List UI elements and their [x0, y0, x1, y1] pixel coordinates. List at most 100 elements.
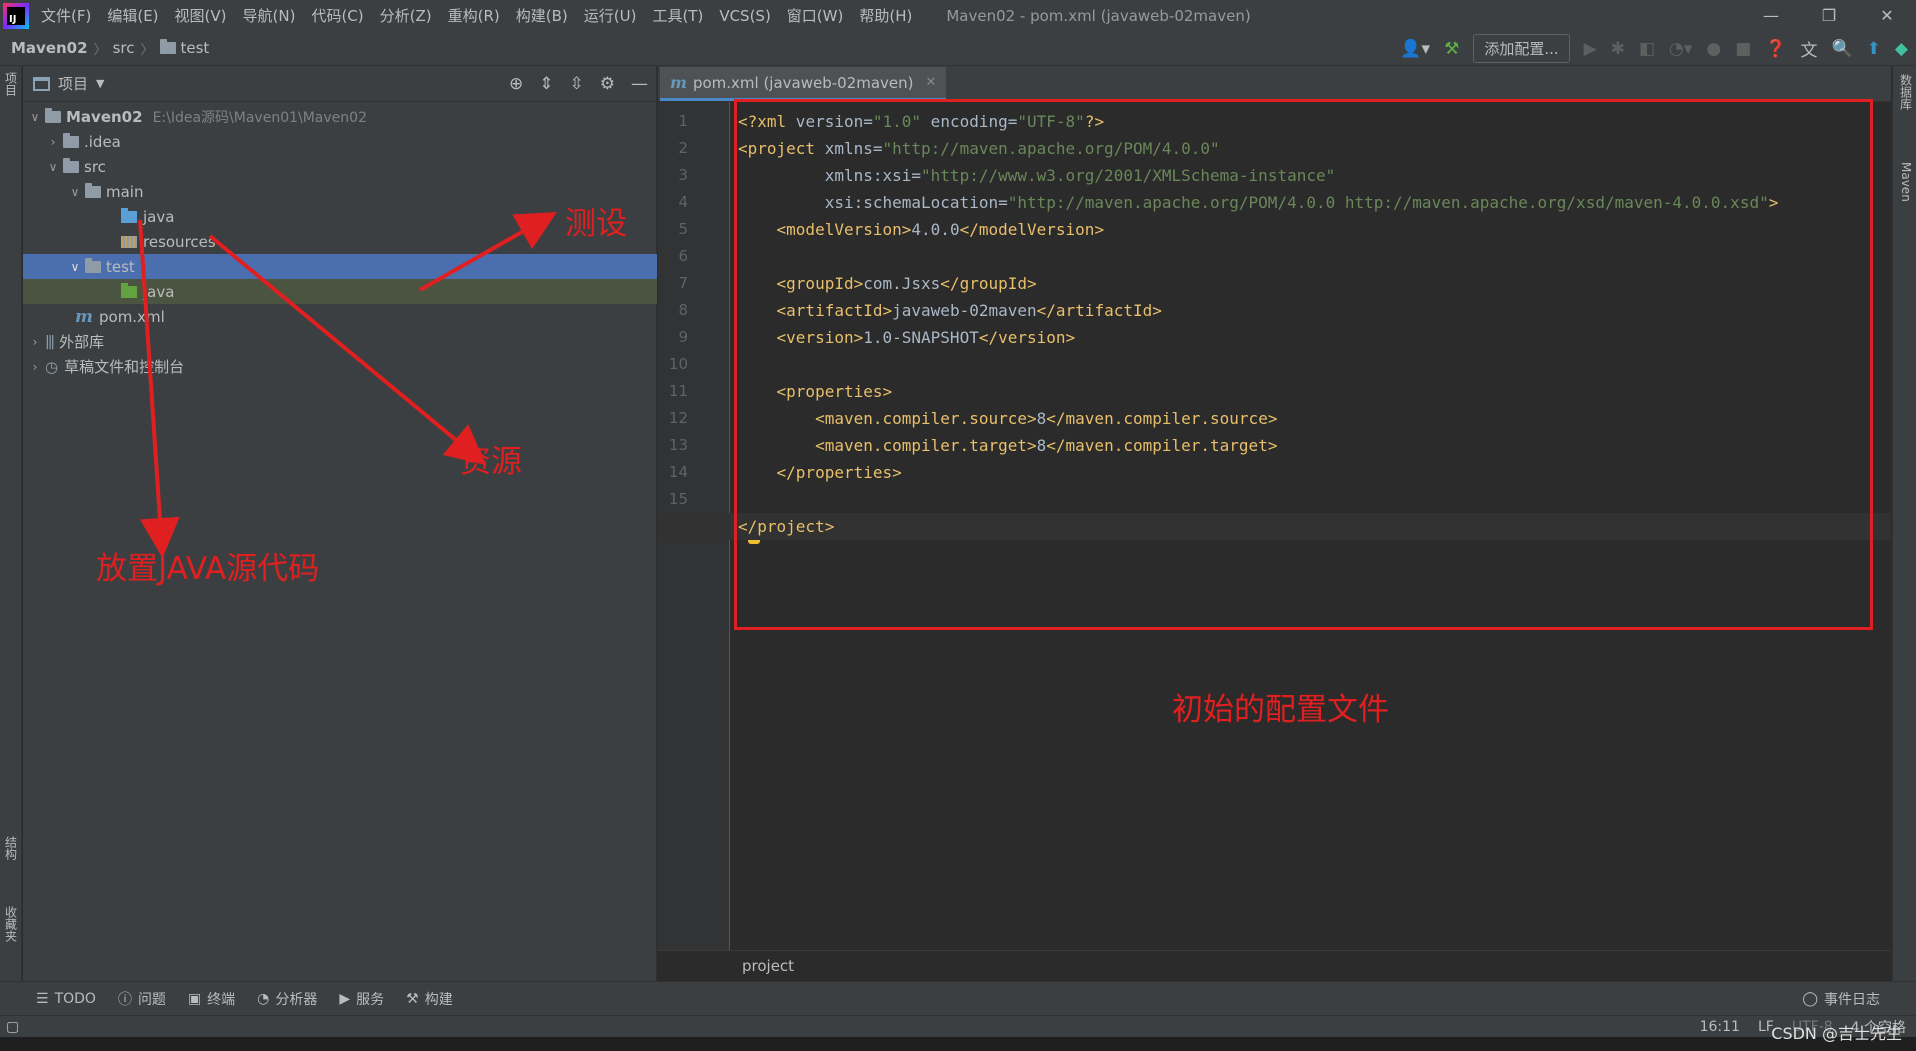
restore-icon[interactable]: ❐	[1800, 0, 1858, 31]
line-number: 4	[678, 193, 688, 211]
tree-item-maven02[interactable]: ∨ Maven02 E:\Idea源码\Maven01\Maven02	[23, 104, 657, 129]
tool-event-log[interactable]: ◯ 事件日志	[1802, 982, 1880, 1016]
tree-item-label: Maven02	[66, 107, 143, 126]
minimize-icon[interactable]: —	[1742, 0, 1800, 31]
menu-tools[interactable]: 工具(T)	[652, 5, 703, 26]
hide-icon[interactable]: —	[631, 74, 648, 94]
plugin-icon[interactable]: ◆	[1895, 39, 1908, 59]
tree-item-src[interactable]: ∨ src	[23, 154, 657, 179]
menu-code[interactable]: 代码(C)	[311, 5, 363, 26]
tab-database[interactable]: 数据库	[1896, 74, 1916, 110]
tree-item-idea[interactable]: › .idea	[23, 129, 657, 154]
line-number: 7	[678, 274, 688, 292]
tab-project[interactable]: 项目	[1, 72, 21, 96]
user-icon[interactable]: 👤▾	[1400, 39, 1430, 59]
debug-icon[interactable]: ✱	[1611, 39, 1625, 59]
project-panel-header: 项目 ▼ ⊕ ⇕ ⇳ ⚙ —	[23, 66, 656, 102]
translate-icon[interactable]: 文	[1801, 36, 1818, 61]
code-breadcrumb-item[interactable]: project	[742, 957, 794, 975]
tree-item-test[interactable]: ∨ test	[23, 254, 657, 279]
tab-maven[interactable]: Maven	[1896, 162, 1916, 202]
menu-file[interactable]: 文件(F)	[41, 5, 91, 26]
close-tab-icon[interactable]: ✕	[926, 75, 937, 90]
tab-label: pom.xml (javaweb-02maven)	[692, 73, 914, 92]
tree-item-main[interactable]: ∨ main	[23, 179, 657, 204]
folder-icon	[85, 182, 101, 198]
annotation-java-source: 放置JAVA源代码	[96, 551, 320, 587]
menu-build[interactable]: 构建(B)	[516, 5, 568, 26]
chevron-right-icon[interactable]: ›	[45, 135, 61, 149]
tool-label: 终端	[207, 991, 236, 1008]
tab-structure-label: 结构	[3, 836, 18, 860]
layout-icon[interactable]: ▢	[6, 1019, 19, 1035]
folder-icon	[85, 257, 101, 273]
menu-window[interactable]: 窗口(W)	[787, 5, 844, 26]
help-icon[interactable]: ❓	[1765, 39, 1786, 59]
hammer-icon: ⚒	[406, 990, 419, 1007]
menu-edit[interactable]: 编辑(E)	[107, 5, 158, 26]
tree-item-test-java[interactable]: java	[23, 279, 657, 304]
tree-item-label: .idea	[84, 132, 121, 151]
tool-todo[interactable]: ☰ TODO	[36, 991, 96, 1007]
record-icon[interactable]: ●	[1706, 39, 1721, 59]
tab-structure[interactable]: 结构	[1, 836, 21, 860]
chevron-down-icon[interactable]: ∨	[67, 185, 83, 199]
run-icon[interactable]: ▶	[1584, 39, 1597, 59]
annotation-box	[734, 99, 1873, 630]
menu-navigate[interactable]: 导航(N)	[243, 5, 296, 26]
tool-build[interactable]: ⚒ 构建	[406, 989, 453, 1009]
chevron-right-icon[interactable]: ›	[27, 335, 43, 349]
search-icon[interactable]: 🔍	[1832, 39, 1853, 59]
caret-position[interactable]: 16:11	[1700, 1019, 1740, 1035]
breadcrumb-project[interactable]: Maven02	[11, 39, 88, 57]
window-controls: — ❐ ✕	[1742, 0, 1916, 31]
intellij-logo-icon[interactable]: IJ	[3, 2, 29, 29]
line-number: 1	[678, 112, 688, 130]
menu-run[interactable]: 运行(U)	[584, 5, 637, 26]
menu-vcs[interactable]: VCS(S)	[719, 7, 770, 25]
chevron-down-icon[interactable]: ∨	[67, 260, 83, 274]
tree-item-scratches[interactable]: › ◷ 草稿文件和控制台	[23, 354, 657, 379]
resources-folder-icon	[121, 235, 137, 248]
coverage-icon[interactable]: ◧	[1639, 39, 1655, 59]
menu-view[interactable]: 视图(V)	[175, 5, 227, 26]
tool-problems[interactable]: ⓘ 问题	[118, 989, 166, 1009]
project-window-icon	[33, 76, 50, 91]
tree-item-main-java[interactable]: java	[23, 204, 657, 229]
tree-item-pom[interactable]: m pom.xml	[23, 304, 657, 329]
line-number: 5	[678, 220, 688, 238]
collapse-all-icon[interactable]: ⇳	[570, 74, 584, 94]
chevron-down-icon[interactable]: ∨	[27, 110, 43, 124]
line-number: 6	[678, 247, 688, 265]
breadcrumb-test[interactable]: test	[181, 39, 210, 57]
chevron-down-icon[interactable]: ▼	[96, 77, 104, 90]
line-number: 12	[668, 409, 688, 427]
menu-help[interactable]: 帮助(H)	[859, 5, 912, 26]
breadcrumb-src[interactable]: src	[113, 39, 135, 57]
tab-project-label: 项目	[3, 72, 18, 96]
chevron-down-icon[interactable]: ∨	[45, 160, 61, 174]
menu-refactor[interactable]: 重构(R)	[448, 5, 500, 26]
project-view-selector[interactable]: 项目	[58, 73, 88, 94]
tree-item-resources[interactable]: resources	[23, 229, 657, 254]
tab-pom-xml[interactable]: m pom.xml (javaweb-02maven) ✕	[660, 67, 947, 101]
chevron-right-icon[interactable]: ›	[27, 360, 43, 374]
expand-all-icon[interactable]: ⇕	[539, 74, 553, 94]
tab-favorites[interactable]: 收藏夹	[1, 906, 21, 942]
add-configuration-button[interactable]: 添加配置...	[1473, 34, 1570, 63]
tool-services[interactable]: ▶ 服务	[339, 989, 384, 1009]
close-icon[interactable]: ✕	[1858, 0, 1916, 31]
tool-terminal[interactable]: ▣ 终端	[188, 989, 235, 1009]
profile-icon[interactable]: ◔▾	[1669, 39, 1692, 59]
tree-item-label: src	[84, 157, 106, 176]
update-icon[interactable]: ⬆	[1867, 39, 1881, 59]
gear-icon[interactable]: ⚙	[600, 74, 615, 94]
stop-icon[interactable]: ■	[1735, 39, 1751, 59]
locate-icon[interactable]: ⊕	[509, 74, 523, 94]
tool-profiler[interactable]: ◔ 分析器	[257, 989, 317, 1009]
menu-analyze[interactable]: 分析(Z)	[380, 5, 432, 26]
window-title: Maven02 - pom.xml (javaweb-02maven)	[946, 6, 1251, 25]
tree-item-external-libraries[interactable]: › ||| 外部库	[23, 329, 657, 354]
build-hammer-icon[interactable]: ⚒	[1444, 39, 1459, 59]
project-panel: 项目 ▼ ⊕ ⇕ ⇳ ⚙ — ∨ Maven02 E:\Idea源码\Maven…	[23, 66, 657, 981]
